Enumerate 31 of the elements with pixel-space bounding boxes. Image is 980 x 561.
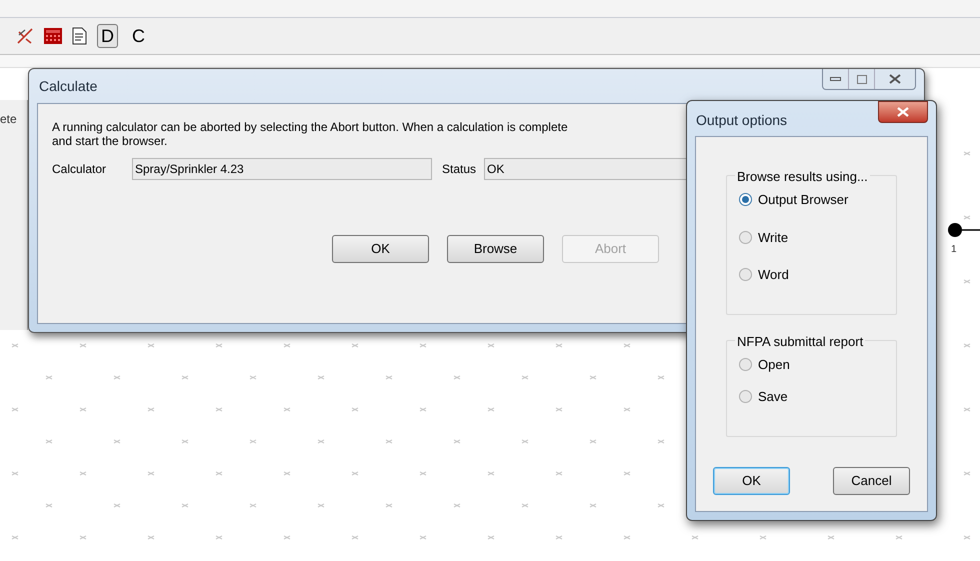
panel-label: ete — [0, 111, 18, 128]
field-label: Status — [442, 161, 478, 178]
radio-button[interactable] — [739, 193, 752, 206]
read-only-field[interactable]: Spray/Sprinkler 4.23 — [132, 158, 432, 180]
radio-label: Word — [758, 266, 789, 284]
radio-button[interactable] — [739, 230, 752, 244]
document-icon[interactable] — [72, 27, 87, 45]
radio-label: Open — [758, 356, 790, 374]
close-icon — [897, 107, 909, 117]
calculator-icon[interactable] — [44, 28, 62, 44]
instruction-text: A running calculator can be aborted by selecting the Abort button. When a calculation is complete — [52, 120, 568, 134]
field-label: Calculator — [52, 161, 108, 178]
toolbar-toggle[interactable]: C — [128, 24, 149, 48]
dialog-button[interactable]: Browse — [447, 235, 544, 263]
radio-label: Save — [758, 388, 788, 406]
radio-label: Write — [758, 228, 788, 246]
instruction-text: and start the browser. — [52, 134, 168, 148]
dialog-button[interactable]: Cancel — [833, 467, 910, 495]
close-button[interactable] — [878, 101, 928, 123]
window-title: Output options — [695, 111, 788, 130]
radio-label: Output Browser — [758, 191, 848, 209]
radio-button[interactable] — [739, 390, 752, 403]
dialog-button[interactable]: OK — [713, 467, 790, 495]
radio-button[interactable] — [739, 268, 752, 282]
radio-button[interactable] — [739, 358, 752, 372]
dialog-button[interactable]: OK — [332, 235, 429, 263]
close-icon — [889, 74, 901, 84]
toolbar-toggle[interactable]: D — [97, 24, 118, 48]
crossed-lines-icon[interactable] — [16, 27, 34, 45]
window-title: Calculate — [38, 76, 98, 96]
node-label: 1 — [951, 243, 957, 257]
